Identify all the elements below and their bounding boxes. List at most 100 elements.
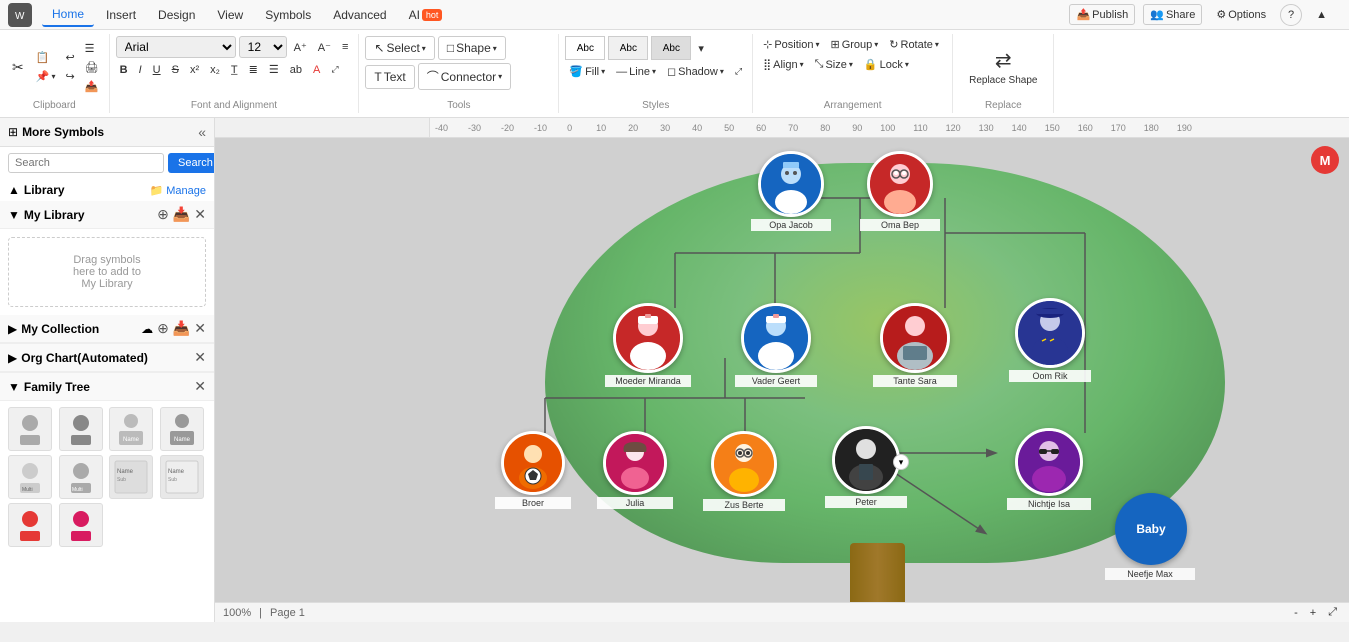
font-family-select[interactable]: Arial xyxy=(116,36,236,58)
menu-insert[interactable]: Insert xyxy=(96,4,146,26)
superscript-button[interactable]: x² xyxy=(186,62,203,78)
styles-scroll-btn[interactable]: ▾ xyxy=(694,40,708,57)
person-opa[interactable]: Opa Jacob xyxy=(751,151,831,231)
help-button[interactable]: ? xyxy=(1280,4,1302,26)
copy-button[interactable]: 📋 xyxy=(32,49,60,66)
font-size-select[interactable]: 12 xyxy=(239,36,287,58)
strikethrough-button[interactable]: S xyxy=(168,62,183,78)
symbol-item[interactable] xyxy=(59,407,103,451)
search-button[interactable]: Search xyxy=(168,153,215,173)
manage-link[interactable]: 📁 Manage xyxy=(149,184,206,197)
italic-button[interactable]: I xyxy=(135,62,146,78)
menu-ai[interactable]: AI hot xyxy=(399,4,453,26)
rotate-button[interactable]: ↻ Rotate ▾ xyxy=(885,36,943,53)
person-peter[interactable]: ▾ Peter xyxy=(825,426,907,508)
text-format-button[interactable]: T̲ xyxy=(227,62,242,78)
replace-shape-button[interactable]: ⇄ Replace Shape xyxy=(959,42,1047,92)
subscript-button[interactable]: x₂ xyxy=(206,62,224,78)
paste-button[interactable]: 📌 ▾ xyxy=(32,68,60,85)
symbol-item[interactable] xyxy=(59,503,103,547)
shadow-button[interactable]: ◻ Shadow ▾ xyxy=(663,63,728,80)
family-tree-header[interactable]: ▼ Family Tree ✕ xyxy=(0,373,214,401)
search-input[interactable] xyxy=(8,153,164,173)
collapse-panel-btn[interactable]: « xyxy=(198,124,206,140)
symbol-item[interactable]: Name xyxy=(109,407,153,451)
format-button[interactable]: ☰ xyxy=(81,40,103,57)
style-sample-3[interactable]: Abc xyxy=(651,36,691,60)
import-collection-btn[interactable]: 📥 xyxy=(173,320,190,337)
close-library-btn[interactable]: ✕ xyxy=(194,206,206,223)
collapse-button[interactable]: ▲ xyxy=(1310,6,1333,24)
fill-button[interactable]: 🪣 Fill ▾ xyxy=(565,63,609,80)
line-button[interactable]: — Line ▾ xyxy=(612,63,660,80)
align-btn[interactable]: ⣿ Align ▾ xyxy=(759,56,808,73)
lock-button[interactable]: 🔒 Lock ▾ xyxy=(860,56,913,73)
add-collection-btn[interactable]: ⊕ xyxy=(157,320,169,337)
list2-button[interactable]: ☰ xyxy=(265,61,283,78)
diagram-canvas[interactable]: Opa Jacob xyxy=(445,143,1349,602)
redo-button[interactable]: ↪ xyxy=(61,68,78,85)
person-tante[interactable]: Tante Sara xyxy=(873,303,957,387)
close-collection-btn[interactable]: ✕ xyxy=(194,320,206,337)
highlight-button[interactable]: ab xyxy=(286,62,306,78)
size-button[interactable]: ⤡ Size ▾ xyxy=(811,56,857,73)
list-button[interactable]: ≣ xyxy=(245,61,262,78)
bold-button[interactable]: B xyxy=(116,62,132,78)
options-button[interactable]: ⚙ Options xyxy=(1210,5,1272,24)
peter-dropdown[interactable]: ▾ xyxy=(893,454,909,470)
symbol-item[interactable] xyxy=(8,503,52,547)
style-sample-1[interactable]: Abc xyxy=(565,36,605,60)
menu-home[interactable]: Home xyxy=(42,3,94,27)
position-button[interactable]: ⊹ Position ▾ xyxy=(759,36,823,53)
person-oma[interactable]: Oma Bep xyxy=(860,151,940,231)
menu-symbols[interactable]: Symbols xyxy=(255,4,321,26)
menu-design[interactable]: Design xyxy=(148,4,205,26)
font-alignment-expand[interactable]: ⤢ xyxy=(327,62,342,77)
org-chart-header[interactable]: ▶ Org Chart(Automated) ✕ xyxy=(0,344,214,372)
person-broer[interactable]: Broer xyxy=(495,431,571,509)
person-nicht[interactable]: Nichtje Isa xyxy=(1007,428,1091,510)
person-oom[interactable]: Oom Rik xyxy=(1009,298,1091,382)
publish-button[interactable]: 📤 Publish xyxy=(1069,4,1135,25)
close-org-chart-btn[interactable]: ✕ xyxy=(194,349,206,366)
fit-page-btn[interactable]: ⤢ xyxy=(1324,604,1341,621)
share-button[interactable]: 👥 Share xyxy=(1143,4,1202,25)
zoom-in-btn[interactable]: + xyxy=(1306,605,1320,621)
my-collection-header[interactable]: ▶ My Collection ☁ ⊕ 📥 ✕ xyxy=(0,315,214,343)
shape-button[interactable]: □ Shape ▾ xyxy=(438,36,506,60)
person-zus[interactable]: Zus Berte xyxy=(703,431,785,511)
person-moeder[interactable]: Moeder Miranda xyxy=(605,303,691,387)
import-library-btn[interactable]: 📥 xyxy=(173,206,190,223)
style-sample-2[interactable]: Abc xyxy=(608,36,648,60)
text-button[interactable]: T Text xyxy=(365,65,414,89)
symbol-item[interactable]: Multi xyxy=(59,455,103,499)
symbol-item[interactable]: Name xyxy=(160,407,204,451)
underline-button[interactable]: U xyxy=(149,62,165,78)
symbol-item[interactable]: Name Sub xyxy=(160,455,204,499)
zoom-out-btn[interactable]: - xyxy=(1290,605,1302,621)
person-vader[interactable]: Vader Geert xyxy=(735,303,817,387)
close-family-tree-btn[interactable]: ✕ xyxy=(194,378,206,395)
select-button[interactable]: ↖ Select ▾ xyxy=(365,36,434,60)
canvas-container[interactable]: M xyxy=(215,138,1349,602)
undo-button[interactable]: ↩ xyxy=(61,49,78,66)
decrease-font-button[interactable]: A⁻ xyxy=(314,39,335,56)
my-library-section[interactable]: ▼ My Library ⊕ 📥 ✕ xyxy=(0,201,214,229)
baby-circle[interactable]: Baby xyxy=(1115,493,1187,565)
group-button[interactable]: ⊞ Group ▾ xyxy=(826,36,882,53)
connector-button[interactable]: ⌒ Connector ▾ xyxy=(418,63,511,90)
menu-view[interactable]: View xyxy=(207,4,253,26)
font-color-button[interactable]: A xyxy=(309,62,324,78)
print-button[interactable]: 🖨 xyxy=(81,59,103,76)
add-to-library-btn[interactable]: ⊕ xyxy=(157,206,169,223)
export-button[interactable]: 📤 xyxy=(81,78,103,95)
align-button[interactable]: ≡ xyxy=(338,39,352,55)
cut-button[interactable]: ✂ xyxy=(6,56,30,79)
symbol-item[interactable] xyxy=(8,407,52,451)
symbol-item[interactable]: Multi xyxy=(8,455,52,499)
menu-advanced[interactable]: Advanced xyxy=(323,4,396,26)
person-julia[interactable]: Julia xyxy=(597,431,673,509)
styles-expand[interactable]: ⤢ xyxy=(731,63,746,80)
symbol-item[interactable]: Name Sub xyxy=(109,455,153,499)
increase-font-button[interactable]: A⁺ xyxy=(290,39,311,56)
